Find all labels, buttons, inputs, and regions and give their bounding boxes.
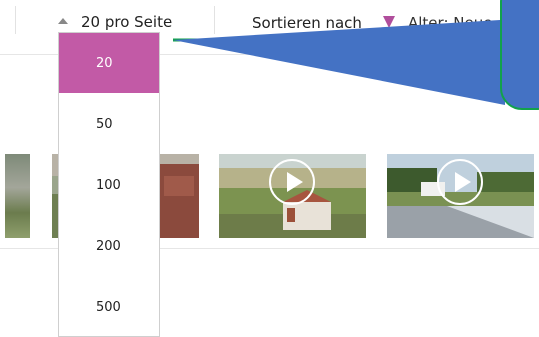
- per-page-dropdown: 20 50 100 200 500: [58, 32, 160, 337]
- per-page-option-500[interactable]: 500: [59, 277, 159, 337]
- per-page-option-50[interactable]: 50: [59, 94, 159, 154]
- video-thumbnail[interactable]: [5, 154, 30, 238]
- play-icon[interactable]: [269, 159, 315, 205]
- annotation-callout: [500, 0, 539, 110]
- play-icon[interactable]: [437, 159, 483, 205]
- per-page-option-200[interactable]: 200: [59, 216, 159, 276]
- per-page-option-100[interactable]: 100: [59, 155, 159, 215]
- video-thumbnail[interactable]: [387, 154, 534, 238]
- per-page-option-20[interactable]: 20: [59, 33, 159, 93]
- video-thumbnail[interactable]: [219, 154, 366, 238]
